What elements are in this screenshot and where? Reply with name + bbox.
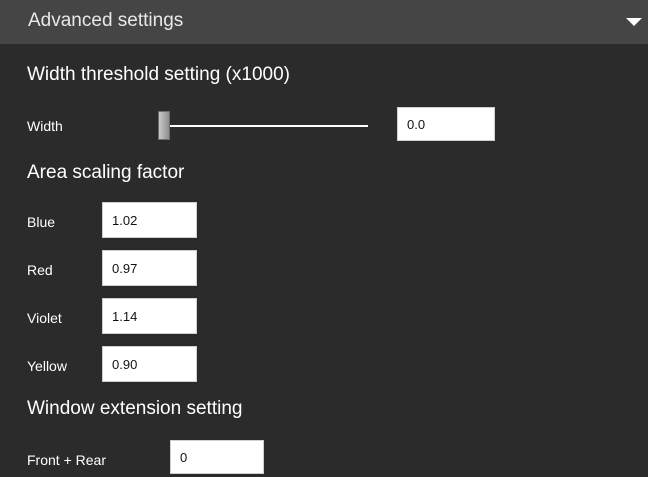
blue-scaling-input[interactable] <box>102 202 197 238</box>
blue-label: Blue <box>27 214 56 230</box>
advanced-settings-panel: Advanced settings Width threshold settin… <box>0 0 648 477</box>
red-scaling-input[interactable] <box>102 250 197 286</box>
violet-label: Violet <box>27 310 62 326</box>
width-slider-track[interactable] <box>168 125 368 127</box>
width-label: Width <box>27 118 63 134</box>
panel-header[interactable]: Advanced settings <box>0 0 648 44</box>
window-extension-title: Window extension setting <box>27 398 243 419</box>
width-slider-thumb[interactable] <box>158 111 170 140</box>
panel-title: Advanced settings <box>28 10 184 31</box>
width-value-input[interactable] <box>397 107 495 141</box>
width-threshold-title: Width threshold setting (x1000) <box>27 64 290 85</box>
front-rear-label: Front + Rear <box>27 452 106 468</box>
red-label: Red <box>27 262 53 278</box>
area-scaling-title: Area scaling factor <box>27 162 185 183</box>
yellow-label: Yellow <box>27 358 67 374</box>
chevron-down-icon[interactable] <box>626 18 642 26</box>
front-rear-input[interactable] <box>170 440 264 474</box>
yellow-scaling-input[interactable] <box>102 346 197 382</box>
violet-scaling-input[interactable] <box>102 298 197 334</box>
